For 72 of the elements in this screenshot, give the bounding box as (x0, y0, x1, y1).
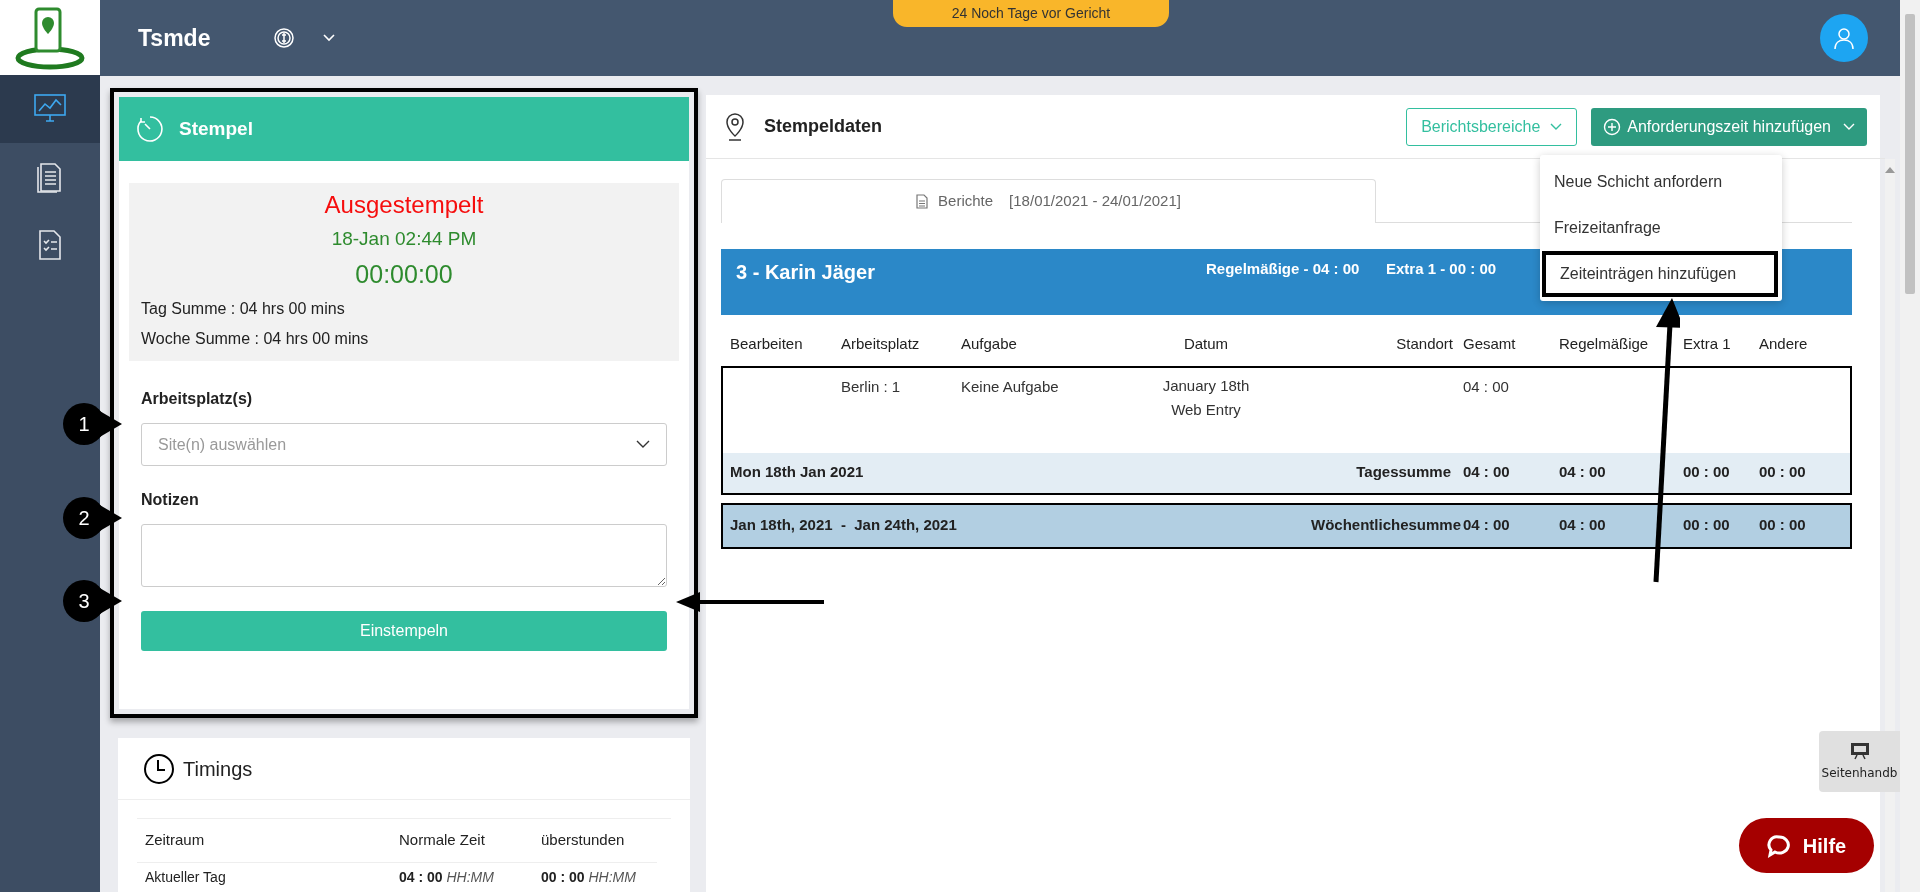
page-scrollbar[interactable] (1900, 0, 1920, 892)
regular-hours-text: Regelmäßige - 04 : 00 (1206, 259, 1361, 279)
column-header: Bearbeiten (730, 334, 804, 354)
table-cell-text: 00 : 00 (1683, 515, 1731, 536)
table-cell-text: Jan 18th, 2021 - Jan 24th, 2021 (730, 515, 958, 536)
chevron-down-icon (1843, 122, 1855, 131)
week-total-text: Woche Summe : 04 hrs 00 mins (141, 329, 370, 349)
menu-item[interactable]: Zeiteinträgen hinzufügen (1542, 251, 1778, 297)
table-cell-text: 00 : 00 HH:MM (540, 867, 637, 887)
column-header: Standort (1395, 334, 1454, 354)
table-cell-text: 00 : 00 (1759, 515, 1807, 536)
panel-title: Stempeldaten (764, 115, 883, 138)
extra-hours-text: Extra 1 - 00 : 00 (1386, 259, 1497, 279)
presentation-board-icon (1849, 741, 1870, 760)
table-cell-text: Keine Aufgabe (961, 376, 1060, 397)
menu-item[interactable]: Neue Schicht anfordern (1540, 159, 1782, 205)
table-cell-text: Wöchentlichesumme (1311, 515, 1463, 536)
table-cell-text: 00 : 00 (1683, 462, 1731, 483)
table-cell-text: Berlin : 1 (841, 376, 902, 397)
chevron-down-icon[interactable] (322, 33, 337, 43)
table-cell-text: 04 : 00 (1463, 515, 1511, 536)
field-label: Arbeitsplatz(s) (141, 389, 254, 409)
stopwatch-icon (135, 114, 165, 144)
document-icon (36, 160, 64, 194)
notice-badge: 24 Noch Tage vor Gericht (893, 0, 1169, 27)
table-cell-text: 04 : 00 HH:MM (398, 867, 495, 887)
table-cell-text: 04 : 00 (1559, 462, 1607, 483)
document-icon (916, 194, 929, 209)
chevron-down-icon (636, 440, 650, 449)
scroll-up-arrow-icon[interactable] (1885, 167, 1895, 173)
user-avatar[interactable] (1820, 14, 1868, 62)
page-guide-button[interactable]: Seitenhandb (1819, 731, 1900, 792)
menu-item[interactable]: Freizeitanfrage (1540, 205, 1782, 251)
plus-circle-icon (1603, 117, 1622, 136)
table-cell-text: 00 : 00 (1759, 462, 1807, 483)
column-header: Gesamt (1463, 334, 1517, 354)
chevron-down-icon (1550, 122, 1563, 131)
column-header: Andere (1759, 334, 1809, 354)
clock-out-time: 18-Jan 02:44 PM (330, 227, 478, 251)
employee-name: 3 - Karin Jäger (736, 260, 876, 285)
column-header: Regelmäßige (1559, 334, 1650, 354)
table-cell-text: January 18th Web Entry (1161, 375, 1251, 420)
table-cell-text: Aktueller Tag (144, 867, 227, 887)
table-cell-text: 04 : 00 (1463, 462, 1511, 483)
monitor-chart-icon (33, 93, 67, 125)
field-label: Notizen (141, 490, 200, 510)
table-cell-text: 04 : 00 (1463, 376, 1510, 397)
column-header: Aufgabe (961, 334, 1018, 354)
column-header: Datum (1182, 334, 1230, 354)
map-pin-icon (724, 111, 746, 142)
card-title: Timings (183, 756, 253, 782)
card-title: Stempel (179, 116, 253, 141)
column-header: Zeitraum (137, 819, 391, 863)
table-cell-text: Mon 18th Jan 2021 (730, 462, 865, 483)
sidebar-item[interactable] (0, 75, 100, 143)
speech-bubble-icon (1766, 833, 1791, 858)
currency-icon[interactable] (272, 27, 297, 49)
column-header: überstunden (533, 819, 657, 863)
notes-field[interactable] (141, 524, 667, 587)
column-header: Normale Zeit (391, 819, 533, 863)
report-tab[interactable]: Berichte [18/01/2021 - 24/01/2021] (721, 179, 1376, 223)
column-header: Arbeitsplatz (841, 334, 921, 354)
status-text: Ausgestempelt (323, 190, 485, 220)
timer-text: 00:00:00 (354, 258, 454, 290)
table-cell-text: 04 : 00 (1559, 515, 1607, 536)
table-cell-text: Tagessumme (1355, 462, 1452, 483)
brand-name: Tsmde (138, 23, 211, 53)
clock-icon (143, 752, 175, 785)
checklist-icon (36, 228, 64, 262)
day-total-text: Tag Summe : 04 hrs 00 mins (141, 299, 346, 319)
help-button[interactable]: Hilfe (1739, 818, 1874, 873)
column-header: Extra 1 (1683, 334, 1732, 354)
